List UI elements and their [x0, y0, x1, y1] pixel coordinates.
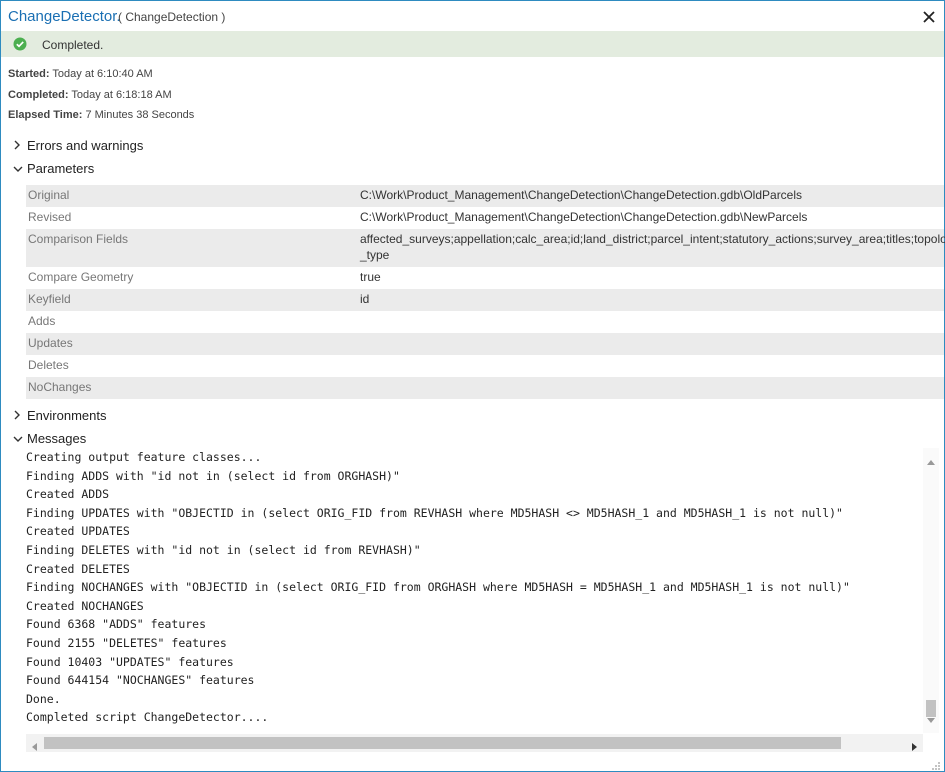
status-text: Completed. [42, 38, 104, 52]
message-line: Finding NOCHANGES with "OBJECTID in (sel… [26, 580, 850, 595]
completed-value: Today at 6:18:18 AM [71, 89, 172, 101]
chevron-right-icon [13, 408, 23, 423]
vertical-scrollbar[interactable] [923, 448, 939, 733]
section-environments[interactable]: Environments [13, 408, 106, 426]
message-line: Created UPDATES [26, 524, 130, 539]
param-name: Adds [28, 314, 56, 328]
param-name: Comparison Fields [28, 232, 129, 246]
message-line: Found 644154 "NOCHANGES" features [26, 673, 255, 688]
scroll-up-arrow-icon[interactable] [927, 452, 935, 470]
param-row: Adds [26, 311, 944, 333]
horizontal-scroll-thumb[interactable] [44, 737, 841, 749]
messages-log[interactable]: Creating output feature classes... Findi… [26, 448, 921, 733]
section-parameters[interactable]: Parameters [13, 161, 94, 179]
message-line: Creating output feature classes... [26, 450, 262, 464]
param-value: id [360, 292, 370, 306]
elapsed-row: Elapsed Time: 7 Minutes 38 Seconds [8, 109, 194, 121]
scroll-right-arrow-icon[interactable] [912, 738, 918, 756]
completed-label: Completed: [8, 89, 69, 101]
param-name: Deletes [28, 358, 69, 372]
message-line: Completed script ChangeDetector.... [26, 710, 269, 725]
param-row: Deletes [26, 355, 944, 377]
check-circle-icon [13, 37, 27, 51]
horizontal-scrollbar[interactable] [26, 734, 923, 752]
scroll-left-arrow-icon[interactable] [31, 738, 37, 756]
message-line: Finding DELETES with "id not in (select … [26, 542, 421, 557]
message-line: Created NOCHANGES [26, 598, 144, 613]
param-value[interactable]: affected_surveys;appellation;calc_area;i… [360, 232, 945, 246]
started-row: Started: Today at 6:10:40 AM [8, 68, 153, 80]
param-row: NoChanges [26, 377, 944, 399]
param-row: Revised C:\Work\Product_Management\Chang… [26, 207, 944, 229]
chevron-down-icon [13, 161, 23, 176]
geoprocessing-window: ChangeDetector. ( ChangeDetection ) Comp… [0, 0, 945, 772]
section-parameters-label: Parameters [27, 161, 95, 176]
param-name: Compare Geometry [28, 270, 134, 284]
message-line: Finding UPDATES with "OBJECTID in (selec… [26, 505, 843, 520]
section-messages-label: Messages [27, 431, 87, 446]
section-environments-label: Environments [27, 408, 107, 423]
resize-grip-icon[interactable] [931, 758, 941, 770]
started-value: Today at 6:10:40 AM [52, 68, 153, 80]
close-icon [923, 11, 935, 23]
param-value[interactable]: C:\Work\Product_Management\ChangeDetecti… [360, 210, 807, 224]
param-row: Keyfield id [26, 289, 944, 311]
elapsed-value: 7 Minutes 38 Seconds [85, 109, 195, 121]
param-name: NoChanges [28, 380, 92, 394]
param-row: Comparison Fields affected_surveys;appel… [26, 229, 945, 267]
param-value[interactable]: C:\Work\Product_Management\ChangeDetecti… [360, 188, 802, 202]
elapsed-label: Elapsed Time: [8, 109, 83, 121]
message-line: Found 2155 "DELETES" features [26, 635, 227, 650]
tool-subtitle: ( ChangeDetection ) [118, 10, 226, 24]
param-row: Original C:\Work\Product_Management\Chan… [26, 185, 944, 207]
section-errors-warnings[interactable]: Errors and warnings [13, 138, 143, 156]
close-button[interactable] [921, 9, 937, 25]
completed-row: Completed: Today at 6:18:18 AM [8, 89, 172, 101]
param-name: Updates [28, 336, 73, 350]
status-banner: Completed. [1, 31, 944, 57]
param-row: Updates [26, 333, 944, 355]
section-messages[interactable]: Messages [13, 431, 86, 449]
chevron-down-icon [13, 431, 23, 446]
scroll-down-arrow-icon[interactable] [927, 711, 935, 729]
param-name: Original [28, 188, 70, 202]
param-row: Compare Geometry true [26, 267, 944, 289]
title-bar: ChangeDetector. ( ChangeDetection ) [1, 1, 944, 31]
param-name: Keyfield [28, 292, 71, 306]
message-line: Done. [26, 691, 61, 706]
chevron-right-icon [13, 138, 23, 153]
message-line: Found 10403 "UPDATES" features [26, 654, 234, 669]
param-name: Revised [28, 210, 72, 224]
started-label: Started: [8, 68, 50, 80]
tool-title[interactable]: ChangeDetector. [8, 8, 121, 25]
message-line: Found 6368 "ADDS" features [26, 617, 207, 632]
param-value-wrap: _type [360, 248, 390, 262]
parameters-table: Original C:\Work\Product_Management\Chan… [26, 185, 945, 399]
param-value: true [360, 270, 381, 284]
message-line: Finding ADDS with "id not in (select id … [26, 468, 400, 483]
message-line: Created DELETES [26, 561, 130, 576]
section-errors-label: Errors and warnings [27, 138, 144, 153]
message-line: Created ADDS [26, 487, 110, 502]
